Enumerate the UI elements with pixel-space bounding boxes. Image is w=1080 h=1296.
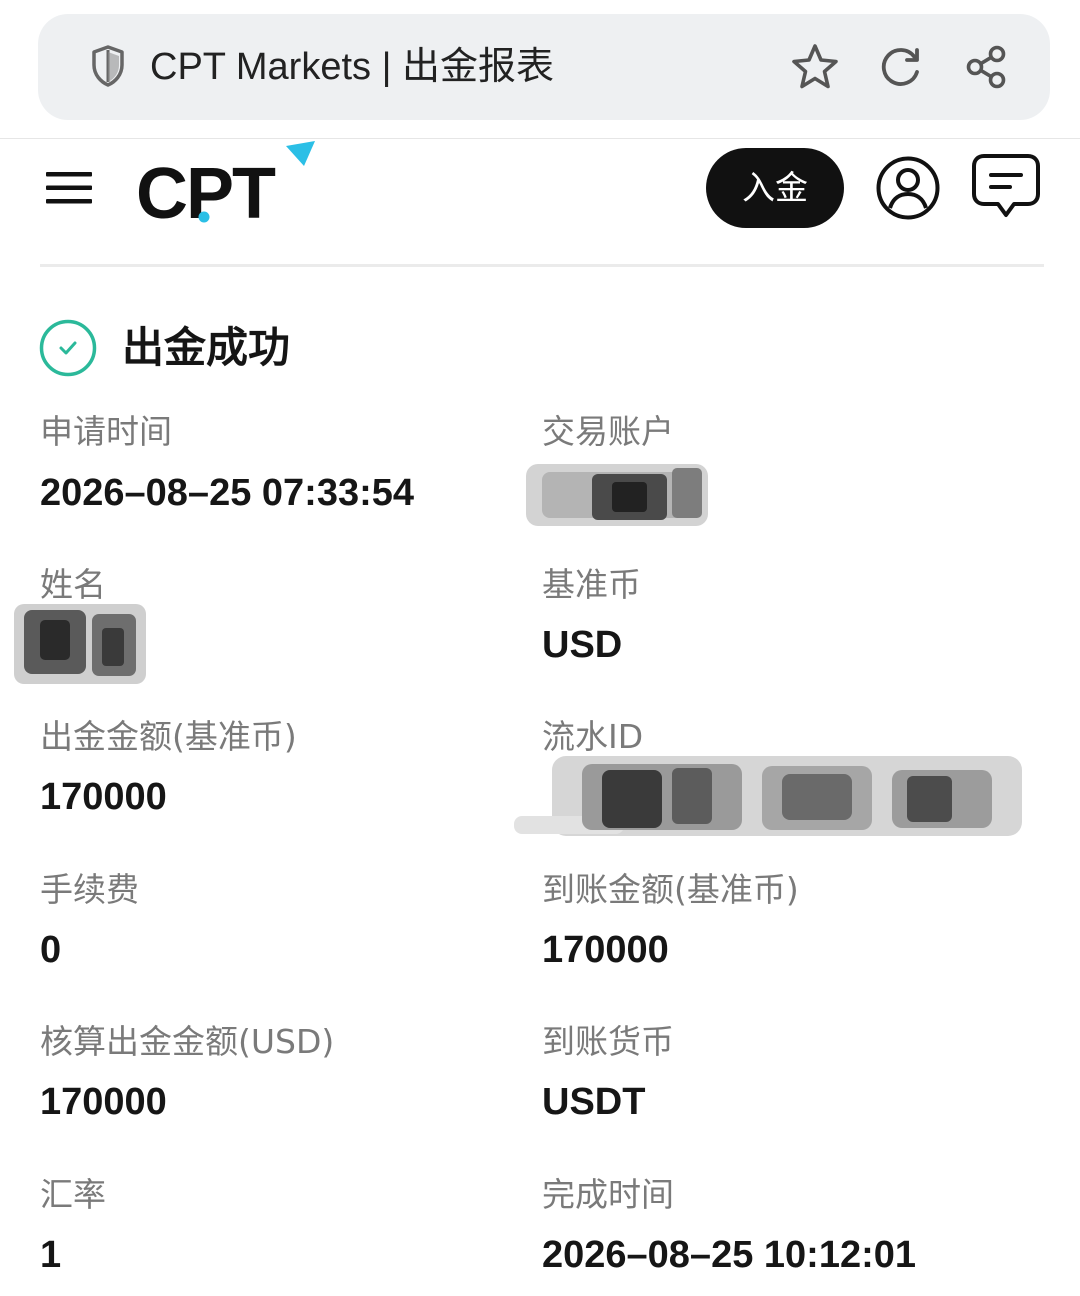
complete-time-label: 完成时间 bbox=[542, 1175, 674, 1214]
base-currency-label: 基准币 bbox=[542, 565, 641, 604]
transaction-id-redacted bbox=[514, 756, 1022, 836]
fee-value: 0 bbox=[40, 929, 62, 971]
exchange-rate-value: 1 bbox=[40, 1234, 62, 1276]
deposit-button[interactable]: 入金 bbox=[706, 148, 844, 228]
fee-label: 手续费 bbox=[40, 870, 139, 909]
status-title: 出金成功 bbox=[122, 323, 291, 372]
apply-time-label: 申请时间 bbox=[40, 412, 172, 451]
settled-amount-value: 170000 bbox=[40, 1081, 167, 1123]
reload-icon[interactable] bbox=[876, 42, 926, 92]
check-circle-icon bbox=[38, 318, 98, 378]
shield-icon[interactable] bbox=[90, 44, 126, 88]
exchange-rate-label: 汇率 bbox=[40, 1175, 106, 1214]
base-currency-value: USD bbox=[542, 624, 623, 666]
trading-account-redacted bbox=[526, 464, 708, 526]
apply-time-value: 2026–08–25 07:33:54 bbox=[40, 472, 415, 514]
message-icon[interactable] bbox=[970, 152, 1042, 222]
logo-arrow-icon bbox=[286, 141, 315, 166]
star-icon[interactable] bbox=[790, 42, 840, 92]
received-amount-label: 到账金额(基准币) bbox=[542, 870, 799, 909]
account-icon[interactable] bbox=[874, 154, 942, 222]
trading-account-label: 交易账户 bbox=[542, 412, 674, 451]
settled-amount-label: 核算出金金额(USD) bbox=[40, 1022, 335, 1061]
page-title: CPT Markets | 出金报表 bbox=[150, 46, 554, 88]
share-icon[interactable] bbox=[962, 42, 1012, 92]
received-amount-value: 170000 bbox=[542, 929, 669, 971]
address-bar[interactable]: CPT Markets | 出金报表 bbox=[38, 14, 1050, 120]
withdraw-amount-value: 170000 bbox=[40, 776, 167, 818]
menu-icon[interactable] bbox=[44, 168, 94, 208]
header-divider bbox=[40, 264, 1044, 267]
logo[interactable]: CPT bbox=[134, 138, 324, 234]
name-redacted bbox=[14, 604, 146, 684]
complete-time-value: 2026–08–25 10:12:01 bbox=[542, 1234, 917, 1276]
withdraw-amount-label: 出金金额(基准币) bbox=[40, 717, 297, 756]
received-currency-label: 到账货币 bbox=[542, 1022, 674, 1061]
logo-dot bbox=[198, 211, 210, 223]
received-currency-value: USDT bbox=[542, 1081, 646, 1123]
